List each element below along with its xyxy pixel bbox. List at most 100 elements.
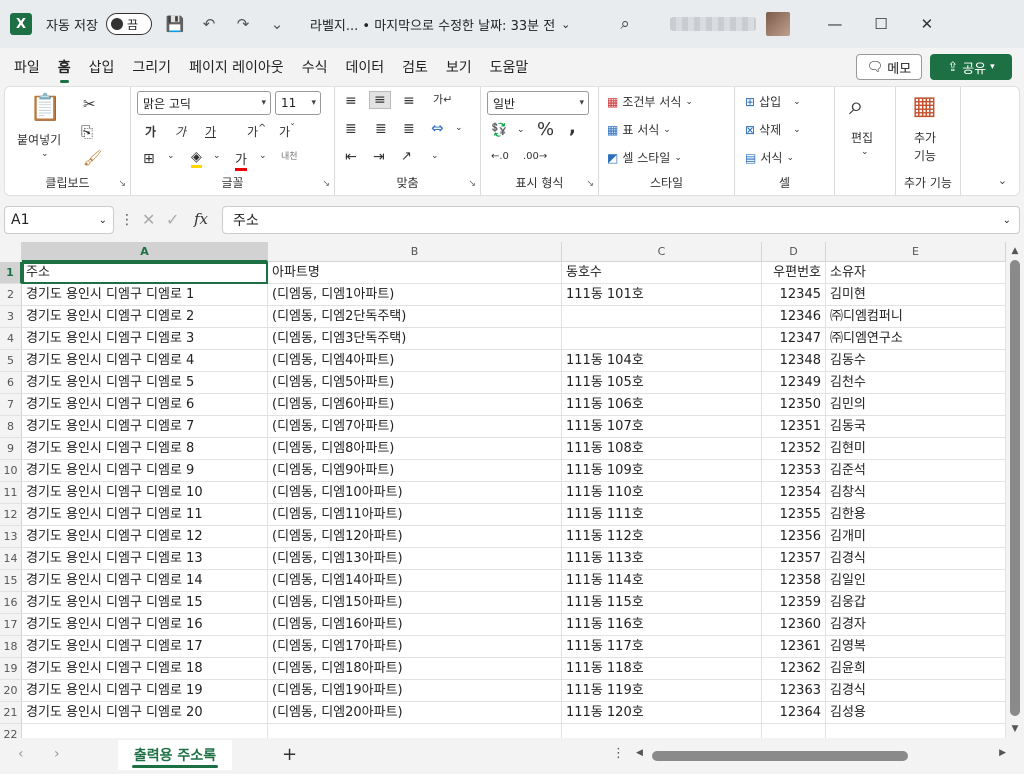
find-select-icon[interactable]: ⌕ — [849, 91, 864, 122]
cell-c[interactable]: 111동 107호 — [562, 416, 762, 438]
cell-b[interactable]: (디엠동, 디엠19아파트) — [268, 680, 562, 702]
cell-d[interactable]: 12360 — [762, 614, 826, 636]
cell-d[interactable]: 12363 — [762, 680, 826, 702]
row-header[interactable]: 3 — [0, 306, 22, 328]
customize-toolbar-icon[interactable]: ⌄ — [266, 15, 288, 33]
cell-a[interactable] — [22, 724, 268, 738]
bold-icon[interactable]: 가 — [145, 123, 156, 140]
cell-e[interactable]: 김한용 — [826, 504, 1006, 526]
cell-d[interactable]: 12352 — [762, 438, 826, 460]
cell-a[interactable]: 경기도 용인시 디엠구 디엠로 5 — [22, 372, 268, 394]
memo-button[interactable]: 🗨 메모 — [856, 54, 922, 80]
scroll-down-icon[interactable]: ▼ — [1006, 724, 1024, 734]
cell-c[interactable]: 111동 104호 — [562, 350, 762, 372]
font-color-icon[interactable]: 가 — [235, 149, 247, 171]
expand-formula-bar-icon[interactable]: ⌄ — [1003, 215, 1011, 226]
cell-c[interactable]: 111동 112호 — [562, 526, 762, 548]
paste-button[interactable]: 붙여넣기 — [17, 131, 61, 148]
cell-c[interactable]: 111동 108호 — [562, 438, 762, 460]
cell-a[interactable]: 경기도 용인시 디엠구 디엠로 7 — [22, 416, 268, 438]
cell-d[interactable]: 12348 — [762, 350, 826, 372]
phonetic-guide-icon[interactable]: 내천 — [281, 149, 298, 162]
cell-a[interactable]: 경기도 용인시 디엠구 디엠로 9 — [22, 460, 268, 482]
cell-a[interactable]: 경기도 용인시 디엠구 디엠로 18 — [22, 658, 268, 680]
cell-d[interactable]: 12346 — [762, 306, 826, 328]
cell-b[interactable]: (디엠동, 디엠10아파트) — [268, 482, 562, 504]
merge-center-icon[interactable]: ⇔ — [431, 119, 444, 137]
cell-d[interactable]: 12354 — [762, 482, 826, 504]
document-title-chevron-icon[interactable]: ⌄ — [561, 18, 570, 31]
formula-input[interactable]: 주소 ⌄ — [222, 206, 1020, 234]
cell-d[interactable]: 12345 — [762, 284, 826, 306]
cell-a[interactable]: 경기도 용인시 디엠구 디엠로 15 — [22, 592, 268, 614]
row-header[interactable]: 13 — [0, 526, 22, 548]
next-sheet-icon[interactable]: › — [54, 746, 60, 762]
sheet-tab[interactable]: 출력용 주소록 — [118, 740, 232, 770]
grow-font-icon[interactable]: 가^ — [247, 123, 266, 140]
cell-c[interactable]: 111동 101호 — [562, 284, 762, 306]
enter-icon[interactable]: ✓ — [166, 210, 179, 229]
row-header[interactable]: 4 — [0, 328, 22, 350]
scroll-up-icon[interactable]: ▲ — [1006, 246, 1024, 256]
row-header[interactable]: 7 — [0, 394, 22, 416]
align-bottom-icon[interactable]: ≡ — [403, 93, 415, 109]
cell-e[interactable]: 김동수 — [826, 350, 1006, 372]
cell-e[interactable]: 김성용 — [826, 702, 1006, 724]
row-header[interactable]: 19 — [0, 658, 22, 680]
cell-b[interactable]: (디엠동, 디엠9아파트) — [268, 460, 562, 482]
format-cells-button[interactable]: ▤ 서식 ⌄ — [745, 149, 794, 166]
row-header[interactable]: 8 — [0, 416, 22, 438]
cell-b[interactable]: (디엠동, 디엠15아파트) — [268, 592, 562, 614]
row-header[interactable]: 9 — [0, 438, 22, 460]
cell-c[interactable]: 111동 114호 — [562, 570, 762, 592]
autosave-toggle[interactable]: 끔 — [105, 13, 152, 35]
cell-e[interactable]: ㈜디엠연구소 — [826, 328, 1006, 350]
horizontal-scroll-thumb[interactable] — [652, 751, 908, 761]
cell-c[interactable]: 111동 116호 — [562, 614, 762, 636]
align-left-icon[interactable]: ≣ — [345, 121, 357, 137]
align-right-icon[interactable]: ≣ — [403, 121, 415, 137]
cell-e[interactable]: 김일인 — [826, 570, 1006, 592]
italic-icon[interactable]: 가 — [175, 123, 186, 140]
row-header[interactable]: 6 — [0, 372, 22, 394]
cell-c[interactable]: 111동 109호 — [562, 460, 762, 482]
paste-dropdown-icon[interactable]: ⌄ — [41, 149, 49, 159]
cell-a[interactable]: 경기도 용인시 디엠구 디엠로 1 — [22, 284, 268, 306]
horizontal-scrollbar[interactable]: ◀ ▶ — [636, 748, 1006, 764]
cell-d[interactable]: 12359 — [762, 592, 826, 614]
cell-c[interactable]: 111동 106호 — [562, 394, 762, 416]
cell-d[interactable]: 12358 — [762, 570, 826, 592]
cell-a[interactable]: 경기도 용인시 디엠구 디엠로 13 — [22, 548, 268, 570]
cell-d[interactable]: 12361 — [762, 636, 826, 658]
increase-indent-icon[interactable]: ⇥ — [373, 149, 385, 165]
more-options-icon[interactable]: ⋮ — [612, 746, 625, 761]
chevron-down-icon[interactable]: ⌄ — [431, 151, 439, 161]
chevron-down-icon[interactable]: ⌄ — [167, 151, 175, 161]
cell-c[interactable]: 동호수 — [562, 262, 762, 284]
cell-c[interactable]: 111동 115호 — [562, 592, 762, 614]
wrap-text-icon[interactable]: 가↵ — [433, 91, 452, 107]
cell-d[interactable]: 12349 — [762, 372, 826, 394]
cell-b[interactable]: 아파트명 — [268, 262, 562, 284]
vertical-scroll-thumb[interactable] — [1010, 260, 1020, 716]
cell-d[interactable]: 12364 — [762, 702, 826, 724]
shrink-font-icon[interactable]: 가ˇ — [279, 123, 295, 140]
cell-a[interactable]: 경기도 용인시 디엠구 디엠로 11 — [22, 504, 268, 526]
decrease-indent-icon[interactable]: ⇤ — [345, 149, 357, 165]
orientation-icon[interactable]: ↗ — [401, 149, 412, 164]
cell-c[interactable]: 111동 120호 — [562, 702, 762, 724]
minimize-icon[interactable]: — — [812, 15, 858, 33]
add-sheet-button[interactable]: + — [282, 744, 297, 765]
cell-e[interactable]: 김경식 — [826, 548, 1006, 570]
comma-style-icon[interactable]: , — [569, 117, 576, 138]
document-title[interactable]: 라벨지... • 마지막으로 수정한 날짜: 33분 전 — [310, 15, 555, 34]
editing-button[interactable]: 편집 — [851, 129, 873, 146]
row-header[interactable]: 1 — [0, 262, 22, 284]
row-header[interactable]: 14 — [0, 548, 22, 570]
row-header[interactable]: 17 — [0, 614, 22, 636]
cell-b[interactable]: (디엠동, 디엠13아파트) — [268, 548, 562, 570]
cell-a[interactable]: 경기도 용인시 디엠구 디엠로 10 — [22, 482, 268, 504]
tab-help[interactable]: 도움말 — [490, 51, 529, 83]
row-header[interactable]: 2 — [0, 284, 22, 306]
cell-e[interactable]: 김동국 — [826, 416, 1006, 438]
